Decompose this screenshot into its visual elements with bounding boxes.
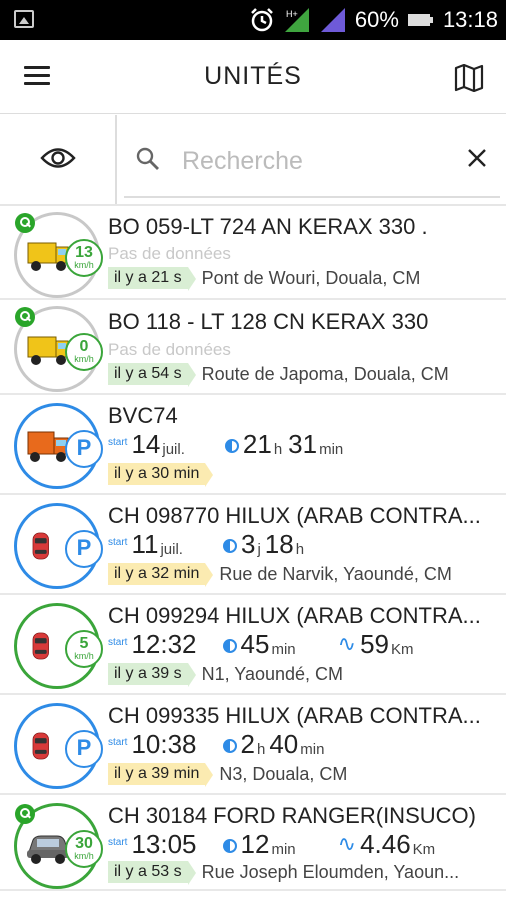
list-item[interactable]: 5 km/h CH 099294 HILUX (ARAB CONTRA... st…: [0, 595, 506, 695]
car-icon: [32, 532, 49, 560]
list-item[interactable]: 30 km/h CH 30184 FORD RANGER(INSUCO) star…: [0, 795, 506, 891]
unit-name: CH 099335 HILUX (ARAB CONTRA...: [108, 703, 481, 728]
truck-icon: [27, 242, 69, 271]
unit-name: BVC74: [108, 403, 178, 428]
car-icon: [27, 835, 69, 864]
key-icon: [15, 213, 35, 233]
last-update: il y a 30 min: [108, 463, 214, 487]
key-icon: [15, 804, 35, 824]
address: N1, Yaoundé, CM: [201, 663, 344, 684]
time-ago-badge: il y a 21 s: [108, 267, 196, 291]
trip-info: start 14 juil. 21 h 31 min: [108, 429, 344, 459]
vehicle-avatar: P: [14, 403, 103, 489]
vehicle-avatar: 13 km/h: [14, 212, 103, 298]
address: Rue Joseph Eloumden, Yaoun...: [201, 861, 460, 882]
vehicle-avatar: 30 km/h: [14, 803, 103, 889]
last-update: il y a 54 s Route de Japoma, Douala, CM: [108, 363, 449, 387]
parking-badge: P: [65, 730, 103, 768]
vehicle-avatar: P: [14, 503, 103, 589]
clock-icon: [222, 839, 237, 853]
battery-icon: [407, 14, 433, 26]
parking-badge: P: [65, 530, 103, 568]
last-update: il y a 21 s Pont de Wouri, Douala, CM: [108, 267, 421, 291]
address: Route de Japoma, Douala, CM: [201, 363, 449, 384]
vehicle-avatar: P: [14, 703, 103, 789]
truck-icon: [27, 431, 69, 462]
svg-text:H+: H+: [286, 9, 298, 19]
speed-badge: 13 km/h: [65, 239, 103, 277]
address: Rue de Narvik, Yaoundé, CM: [219, 563, 452, 584]
vehicle-avatar: 0 km/h: [14, 306, 103, 392]
list-item[interactable]: 13 km/h BO 059-LT 724 AN KERAX 330 . Pas …: [0, 206, 506, 300]
list-item[interactable]: P CH 099335 HILUX (ARAB CONTRA... start …: [0, 695, 506, 795]
time-ago-badge: il y a 54 s: [108, 363, 196, 387]
list-item[interactable]: P CH 098770 HILUX (ARAB CONTRA... start …: [0, 495, 506, 595]
unit-name: BO 059-LT 724 AN KERAX 330 .: [108, 214, 428, 239]
list-item[interactable]: 0 km/h BO 118 - LT 128 CN KERAX 330 Pas d…: [0, 300, 506, 395]
last-update: il y a 53 s Rue Joseph Eloumden, Yaoun..…: [108, 861, 460, 885]
signal-h-icon: H+: [284, 8, 309, 32]
search-box: [124, 123, 500, 198]
time-ago-badge: il y a 39 s: [108, 663, 196, 687]
unit-name: CH 30184 FORD RANGER(INSUCO): [108, 803, 476, 828]
no-data-text: Pas de données: [108, 244, 231, 263]
car-icon: [32, 732, 49, 760]
eye-icon[interactable]: [40, 145, 76, 171]
search-input[interactable]: [182, 143, 452, 179]
car-icon: [32, 632, 49, 660]
time-ago-badge: il y a 30 min: [108, 463, 214, 487]
speed-badge: 0 km/h: [65, 333, 103, 371]
clock-icon: [224, 439, 239, 453]
close-icon[interactable]: [466, 147, 488, 169]
trip-info: start 12:32 45 min ∿ 59 Km: [108, 629, 414, 659]
app-bar: UNITÉS: [0, 40, 506, 114]
battery-percent: 60%: [354, 7, 399, 32]
units-list: 13 km/h BO 059-LT 724 AN KERAX 330 . Pas …: [0, 206, 506, 891]
clock-icon: [222, 739, 237, 753]
visibility-toggle[interactable]: [0, 115, 117, 205]
signal-icon: [320, 8, 345, 32]
speed-badge: 30 km/h: [65, 830, 103, 868]
distance-icon: ∿: [337, 631, 357, 656]
status-bar: H+ 60% 13:18: [0, 0, 506, 40]
search-icon: [136, 147, 159, 170]
alarm-icon: [251, 8, 273, 32]
time-ago-badge: il y a 53 s: [108, 861, 196, 885]
time-ago-badge: il y a 32 min: [108, 563, 214, 587]
last-update: il y a 32 min Rue de Narvik, Yaoundé, CM: [108, 563, 452, 587]
address: Pont de Wouri, Douala, CM: [201, 267, 421, 288]
distance-icon: ∿: [337, 831, 357, 856]
map-icon[interactable]: [454, 64, 484, 92]
unit-name: CH 098770 HILUX (ARAB CONTRA...: [108, 503, 481, 528]
address: N3, Douala, CM: [219, 763, 348, 784]
no-data-text: Pas de données: [108, 340, 231, 359]
parking-badge: P: [65, 430, 103, 468]
unit-name: CH 099294 HILUX (ARAB CONTRA...: [108, 603, 481, 628]
unit-name: BO 118 - LT 128 CN KERAX 330: [108, 309, 429, 334]
truck-icon: [27, 336, 69, 365]
clock-time: 13:18: [442, 7, 498, 32]
image-icon: [14, 10, 34, 28]
vehicle-avatar: 5 km/h: [14, 603, 103, 689]
speed-badge: 5 km/h: [65, 630, 103, 668]
time-ago-badge: il y a 39 min: [108, 763, 214, 787]
page-title: UNITÉS: [204, 62, 302, 90]
list-item[interactable]: P BVC74 start 14 juil. 21 h 31 min il y a 3…: [0, 395, 506, 495]
search-row: [0, 115, 506, 205]
last-update: il y a 39 min N3, Douala, CM: [108, 763, 348, 787]
last-update: il y a 39 s N1, Yaoundé, CM: [108, 663, 344, 687]
trip-info: start 10:38 2h 40 min: [108, 729, 325, 759]
clock-icon: [222, 539, 237, 553]
clock-icon: [222, 639, 237, 653]
trip-info: start 11 juil. 3j 18 h: [108, 529, 305, 559]
key-icon: [15, 307, 35, 327]
trip-info: start 13:05 12 min ∿ 4.46 Km: [108, 829, 436, 859]
